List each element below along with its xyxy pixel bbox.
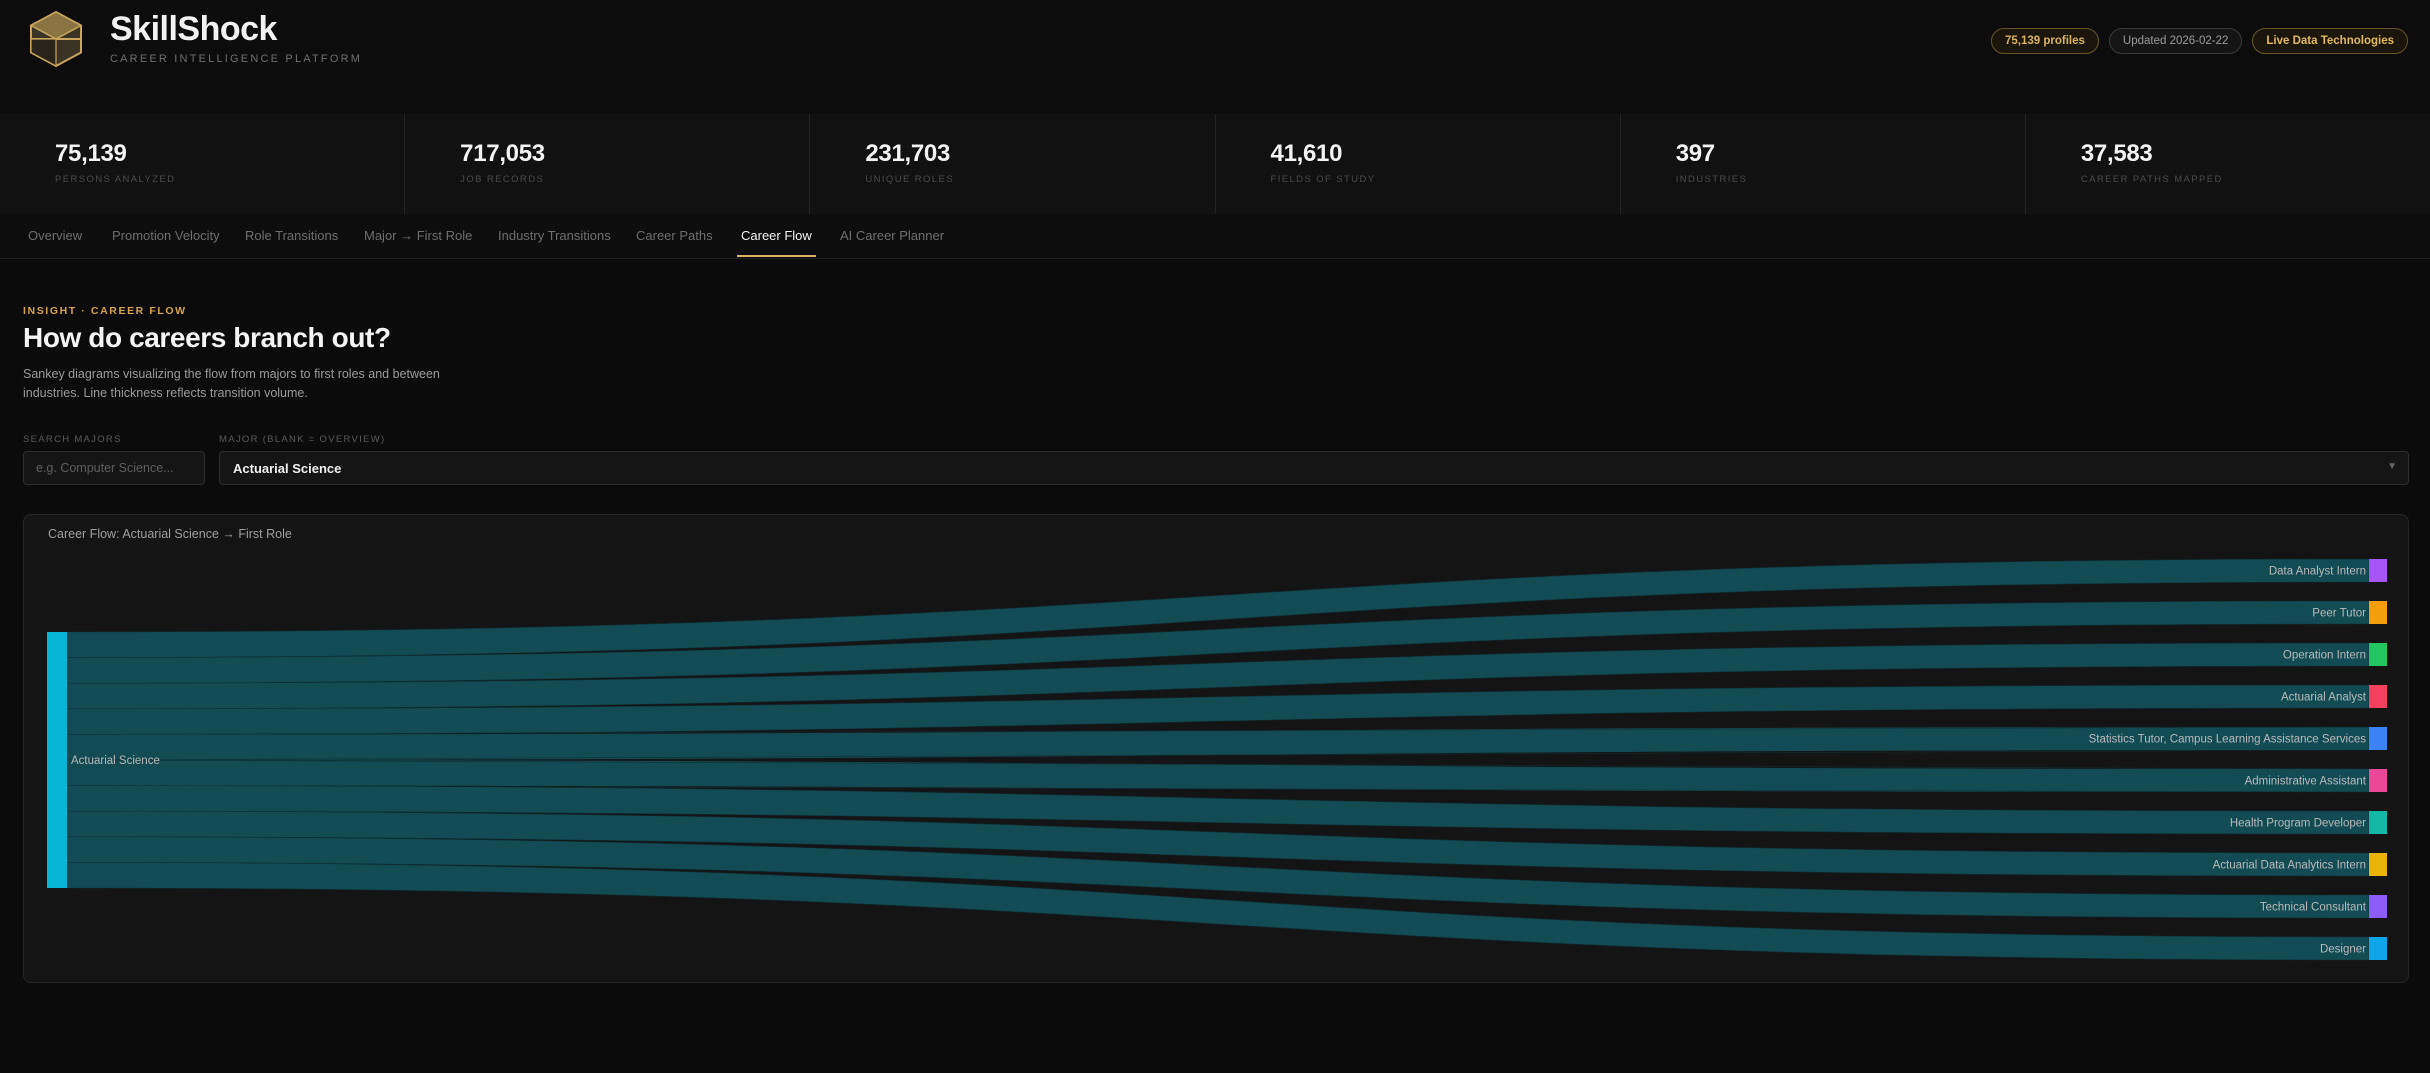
sankey-target-label: Administrative Assistant <box>2245 776 2367 788</box>
sankey-target-node[interactable] <box>2369 643 2387 666</box>
sankey-target-node[interactable] <box>2369 685 2387 708</box>
stat-label: FIELDS OF STUDY <box>1270 174 1376 185</box>
stat-value: 231,703 <box>865 140 950 167</box>
tab-industry-transitions[interactable]: Industry Transitions <box>498 228 611 255</box>
tab-career-paths[interactable]: Career Paths <box>636 228 713 255</box>
stat-value: 37,583 <box>2080 140 2153 167</box>
career-flow-panel: Career Flow: Actuarial Science → First R… <box>23 514 2409 983</box>
data-source-badge[interactable]: Live Data Technologies <box>2252 28 2408 54</box>
page-title: How do careers branch out? <box>23 322 391 353</box>
stat-label: JOB RECORDS <box>460 174 545 185</box>
sankey-target-label: Technical Consultant <box>2260 902 2367 914</box>
hexagon-cube-icon <box>29 10 83 68</box>
sankey-target-node[interactable] <box>2369 769 2387 792</box>
search-majors-label: SEARCH MAJORS <box>23 434 122 445</box>
major-select-label: MAJOR (BLANK = OVERVIEW) <box>219 434 386 445</box>
tab-career-flow[interactable]: Career Flow <box>737 228 816 257</box>
sankey-target-label: Statistics Tutor, Campus Learning Assist… <box>2089 734 2367 746</box>
stat-job-records: 717,053 JOB RECORDS <box>405 114 811 214</box>
sankey-links <box>66 558 2370 961</box>
stat-label: INDUSTRIES <box>1675 174 1748 185</box>
major-select-value: Actuarial Science <box>233 461 342 476</box>
stat-label: UNIQUE ROLES <box>865 174 954 185</box>
brand-tagline: CAREER INTELLIGENCE PLATFORM <box>110 53 363 65</box>
sankey-target-label: Operation Intern <box>2283 650 2366 662</box>
sankey-target-label: Health Program Developer <box>2230 818 2366 830</box>
chevron-down-icon: ▼ <box>2387 461 2397 472</box>
sankey-source-label: Actuarial Science <box>71 755 160 767</box>
tab-major-first-role[interactable]: Major → First Role <box>364 228 472 255</box>
sankey-source-node[interactable] <box>47 632 67 888</box>
sankey-target-label: Peer Tutor <box>2312 608 2366 620</box>
stat-value: 397 <box>1675 140 1715 167</box>
stat-career-paths: 37,583 CAREER PATHS MAPPED <box>2026 114 2430 214</box>
sankey-target-node[interactable] <box>2369 559 2387 582</box>
sankey-target-node[interactable] <box>2369 937 2387 960</box>
tab-ai-career-planner[interactable]: AI Career Planner <box>840 228 944 255</box>
stat-value: 41,610 <box>1270 140 1343 167</box>
stats-bar: 75,139 PERSONS ANALYZED 717,053 JOB RECO… <box>0 114 2430 215</box>
sankey-target-node[interactable] <box>2369 811 2387 834</box>
sankey-target-node[interactable] <box>2369 727 2387 750</box>
brand-name: SkillShock <box>110 10 277 48</box>
sankey-target-label: Data Analyst Intern <box>2269 566 2366 578</box>
sankey-target-label: Actuarial Data Analytics Intern <box>2213 860 2366 872</box>
stat-unique-roles: 231,703 UNIQUE ROLES <box>810 114 1216 214</box>
updated-badge: Updated 2026-02-22 <box>2108 28 2243 54</box>
search-majors-input[interactable] <box>23 451 205 485</box>
stat-value: 75,139 <box>55 140 127 167</box>
tab-bar: Overview Promotion Velocity Role Transit… <box>0 214 2430 259</box>
stat-label: CAREER PATHS MAPPED <box>2080 174 2223 185</box>
stat-persons: 75,139 PERSONS ANALYZED <box>0 114 406 214</box>
stat-industries: 397 INDUSTRIES <box>1621 114 2026 214</box>
sankey-chart: Actuarial Science Data Analyst Intern Peer… <box>47 558 2387 961</box>
sankey-target-label: Actuarial Analyst <box>2281 692 2367 704</box>
stat-value: 717,053 <box>460 140 545 167</box>
sankey-target-label: Designer <box>2320 944 2366 956</box>
insight-eyebrow: INSIGHT · CAREER FLOW <box>23 305 187 317</box>
tab-role-transitions[interactable]: Role Transitions <box>245 228 338 255</box>
stat-fields-of-study: 41,610 FIELDS OF STUDY <box>1216 114 1621 214</box>
tab-overview[interactable]: Overview <box>28 228 82 255</box>
sankey-target-node[interactable] <box>2369 601 2387 624</box>
sankey-target-node[interactable] <box>2369 895 2387 918</box>
tab-promotion-velocity[interactable]: Promotion Velocity <box>112 228 220 255</box>
insight-description: Sankey diagrams visualizing the flow fro… <box>23 367 440 400</box>
sankey-target-node[interactable] <box>2369 853 2387 876</box>
profiles-badge: 75,139 profiles <box>1990 28 2099 54</box>
app-header: SkillShock CAREER INTELLIGENCE PLATFORM … <box>0 0 2430 115</box>
stat-label: PERSONS ANALYZED <box>55 174 176 185</box>
major-select[interactable]: Actuarial Science ▼ <box>219 451 2409 485</box>
header-pills: 75,139 profiles Updated 2026-02-22 Live … <box>1990 28 2408 54</box>
